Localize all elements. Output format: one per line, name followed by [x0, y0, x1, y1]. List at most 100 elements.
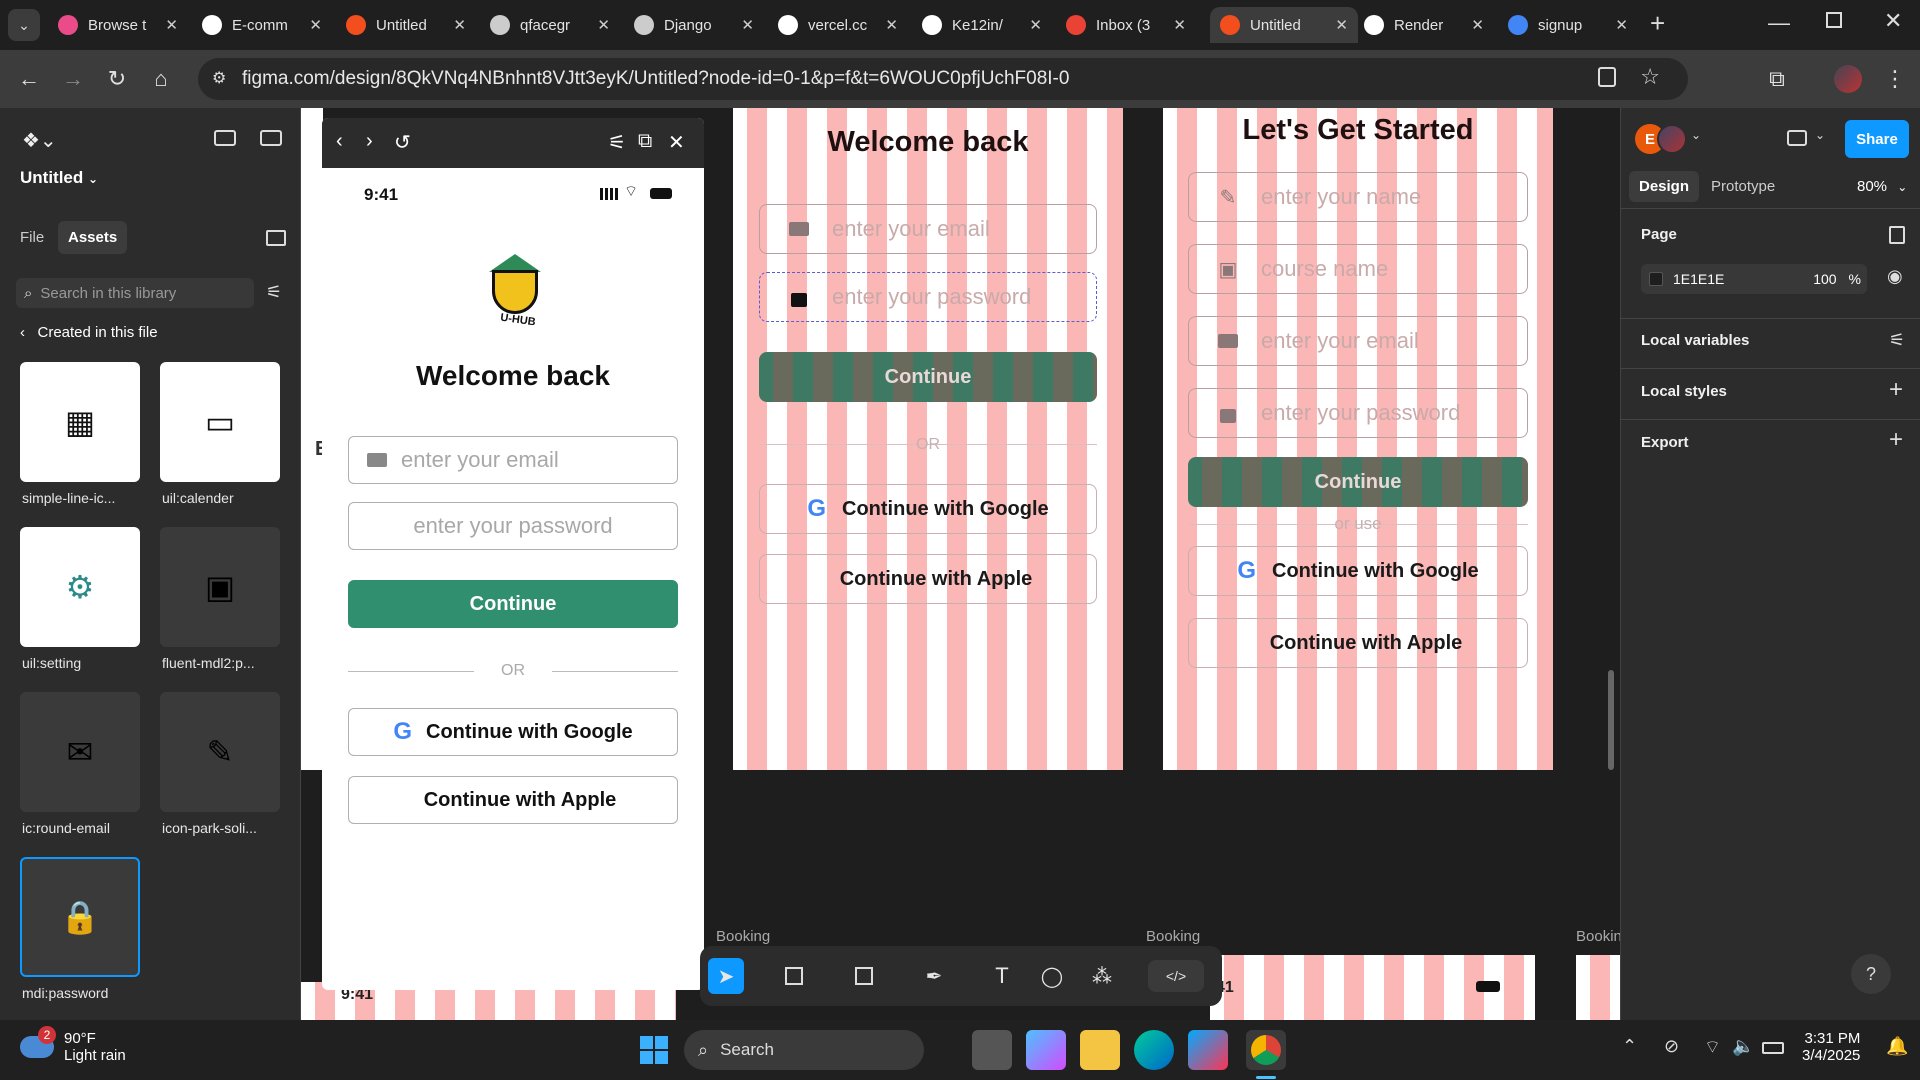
- close-tab-icon[interactable]: ✕: [597, 16, 610, 34]
- pen-tool-icon[interactable]: ✒: [918, 960, 950, 992]
- close-tab-icon[interactable]: ✕: [453, 16, 466, 34]
- avatars-chevron-icon[interactable]: ⌄: [1691, 128, 1701, 142]
- browser-tab[interactable]: Django ✕: [624, 7, 764, 43]
- frame2-name-field[interactable]: ✎ enter your name: [1188, 172, 1528, 222]
- local-variables-title[interactable]: Local variables: [1641, 332, 1749, 349]
- preview-apple-button[interactable]: Continue with Apple: [348, 776, 678, 824]
- show-hidden-icons[interactable]: ⌃: [1622, 1036, 1637, 1057]
- file-explorer-icon[interactable]: [1080, 1030, 1120, 1070]
- tab-list-dropdown-button[interactable]: ⌄: [8, 9, 40, 41]
- wifi-icon[interactable]: ⌔: [1704, 1036, 1721, 1059]
- present-icon[interactable]: [1787, 130, 1807, 146]
- preview-close-icon[interactable]: ✕: [668, 130, 685, 155]
- preview-back-icon[interactable]: ‹: [336, 130, 343, 153]
- asset-tile[interactable]: ▦: [20, 362, 140, 482]
- minimize-button[interactable]: —: [1768, 10, 1790, 36]
- close-tab-icon[interactable]: ✕: [309, 16, 322, 34]
- zoom-level[interactable]: 80% ⌄: [1857, 178, 1907, 195]
- preview-open-external-icon[interactable]: ⧉: [638, 130, 652, 153]
- frame2-apple-button[interactable]: Continue with Apple: [1188, 618, 1528, 668]
- asset-tile[interactable]: ▭: [160, 362, 280, 482]
- search-input[interactable]: ⌕ Search in this library: [16, 278, 254, 308]
- browser-tab[interactable]: qfacegr ✕: [480, 7, 620, 43]
- new-tab-button[interactable]: +: [1650, 8, 1665, 39]
- notification-bell-icon[interactable]: 🔔: [1886, 1036, 1908, 1057]
- preview-settings-icon[interactable]: ⚟: [608, 130, 626, 155]
- preview-password-field[interactable]: enter your password: [348, 502, 678, 550]
- frame2-continue-button[interactable]: Continue: [1188, 457, 1528, 507]
- close-tab-icon[interactable]: ✕: [741, 16, 754, 34]
- actions-tool-icon[interactable]: ⁂: [1086, 960, 1118, 992]
- move-tool-icon[interactable]: ➤: [708, 958, 744, 994]
- battery-icon[interactable]: [1762, 1042, 1784, 1054]
- preview-email-field[interactable]: enter your email: [348, 436, 678, 484]
- install-app-icon[interactable]: [1598, 67, 1616, 87]
- browser-tab[interactable]: Browse t ✕: [48, 7, 188, 43]
- booking-frame-label[interactable]: Booking: [716, 928, 770, 945]
- frame1-apple-button[interactable]: Continue with Apple: [759, 554, 1097, 604]
- export-title[interactable]: Export: [1641, 434, 1689, 451]
- add-style-icon[interactable]: +: [1889, 376, 1903, 404]
- weather-widget[interactable]: 2 90°F Light rain: [20, 1026, 126, 1064]
- preview-forward-icon[interactable]: ›: [366, 130, 373, 153]
- close-tab-icon[interactable]: ✕: [1471, 16, 1484, 34]
- frame2-email-field[interactable]: enter your email: [1188, 316, 1528, 366]
- file-name[interactable]: Untitled ⌄: [20, 168, 98, 188]
- browser-tab[interactable]: Inbox (3 ✕: [1056, 7, 1196, 43]
- back-created-in-file[interactable]: ‹ Created in this file: [20, 324, 158, 341]
- frame1-email-field[interactable]: enter your email: [759, 204, 1097, 254]
- frame2-password-field[interactable]: enter your password: [1188, 388, 1528, 438]
- address-bar[interactable]: ⚙ figma.com/design/8QkVNq4NBnhnt8VJtt3ey…: [198, 58, 1688, 100]
- browser-tab[interactable]: Untitled ✕: [336, 7, 476, 43]
- booking-frame-label[interactable]: Bookin: [1576, 928, 1622, 945]
- task-view-icon[interactable]: [972, 1030, 1012, 1070]
- browser-tab[interactable]: Render ✕: [1354, 7, 1494, 43]
- home-icon[interactable]: ⌂: [146, 64, 176, 94]
- bookmark-star-icon[interactable]: ☆: [1640, 64, 1660, 90]
- signup-frame[interactable]: Let's Get Started ✎ enter your name ▣ co…: [1163, 108, 1553, 770]
- canvas-vertical-scrollbar[interactable]: [1608, 670, 1614, 770]
- comment-tool-icon[interactable]: ◯: [1036, 960, 1068, 992]
- text-tool-icon[interactable]: T: [986, 960, 1018, 992]
- chrome-icon[interactable]: [1246, 1030, 1286, 1070]
- forward-icon[interactable]: →: [58, 64, 88, 94]
- booking-frame-label[interactable]: Booking: [1146, 928, 1200, 945]
- help-button[interactable]: ?: [1851, 954, 1891, 994]
- page-color-field[interactable]: 1E1E1E 100 %: [1641, 264, 1867, 294]
- browser-tab[interactable]: E-comm ✕: [192, 7, 332, 43]
- menu-icon[interactable]: ⋮: [1880, 64, 1910, 94]
- browser-tab[interactable]: Untitled ✕: [1210, 7, 1358, 43]
- close-tab-icon[interactable]: ✕: [1029, 16, 1042, 34]
- asset-tile[interactable]: 🔒: [20, 857, 140, 977]
- toggle-sidebar-icon[interactable]: [260, 130, 282, 146]
- profile-avatar[interactable]: [1834, 65, 1862, 93]
- tab-assets[interactable]: Assets: [58, 221, 128, 254]
- close-tab-icon[interactable]: ✕: [1615, 16, 1628, 34]
- present-chevron-icon[interactable]: ⌄: [1815, 128, 1825, 142]
- visibility-eye-icon[interactable]: ◉: [1887, 266, 1903, 287]
- tab-file[interactable]: File: [20, 229, 44, 246]
- tab-prototype[interactable]: Prototype: [1711, 178, 1775, 195]
- variables-icon[interactable]: ⚟: [1889, 330, 1905, 351]
- taskbar-search[interactable]: ⌕ Search: [684, 1030, 924, 1070]
- store-icon[interactable]: [1188, 1030, 1228, 1070]
- site-info-icon[interactable]: ⚙: [212, 68, 226, 88]
- ai-tools-icon[interactable]: [214, 130, 236, 146]
- asset-tile[interactable]: ✎: [160, 692, 280, 812]
- frame1-password-field[interactable]: enter your password: [759, 272, 1097, 322]
- volume-icon[interactable]: 🔈: [1732, 1036, 1754, 1057]
- close-tab-icon[interactable]: ✕: [1335, 16, 1348, 34]
- shape-tool-icon[interactable]: [848, 960, 880, 992]
- close-window-button[interactable]: ✕: [1884, 8, 1902, 34]
- frame-tool-icon[interactable]: [778, 960, 810, 992]
- network-off-icon[interactable]: ⊘: [1664, 1036, 1679, 1057]
- asset-tile[interactable]: ▣: [160, 527, 280, 647]
- share-button[interactable]: Share: [1845, 120, 1909, 158]
- browser-tab[interactable]: vercel.cc ✕: [768, 7, 908, 43]
- copilot-icon[interactable]: [1026, 1030, 1066, 1070]
- close-tab-icon[interactable]: ✕: [165, 16, 178, 34]
- page-icon[interactable]: [1889, 226, 1905, 244]
- tab-design[interactable]: Design: [1629, 171, 1700, 202]
- edge-icon[interactable]: [1134, 1030, 1174, 1070]
- frame1-google-button[interactable]: G Continue with Google: [759, 484, 1097, 534]
